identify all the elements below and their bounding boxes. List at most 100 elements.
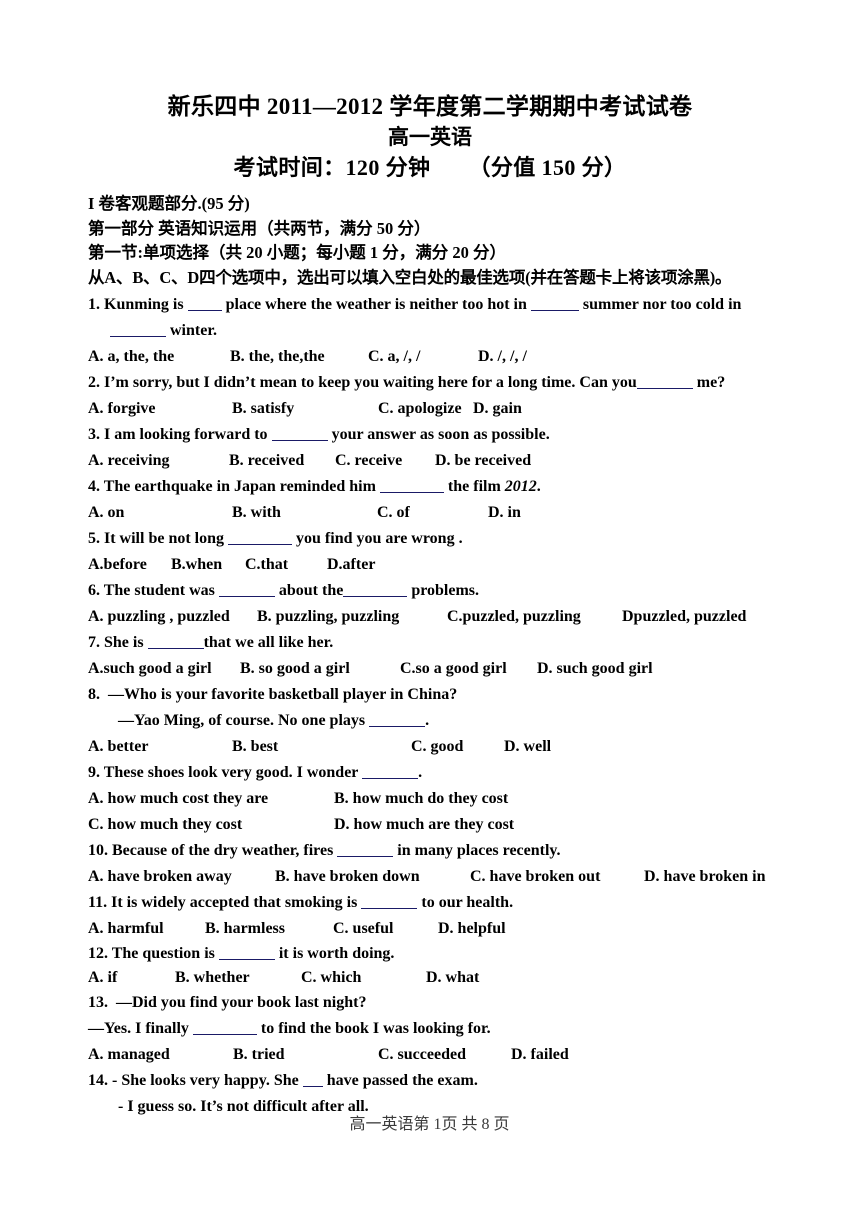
- option-a[interactable]: A. have broken away: [88, 864, 275, 890]
- question-text: I am looking forward to: [104, 426, 268, 443]
- answer-blank: [530, 297, 579, 311]
- answer-blank: [379, 479, 444, 493]
- question-text: The question is: [111, 945, 215, 962]
- question-text: It is widely accepted that smoking is: [111, 894, 358, 911]
- answer-blank: [271, 427, 328, 441]
- question-text: summer nor too cold in: [582, 296, 742, 313]
- option-row: A. a, the, the B. the, the,the C. a, /, / D…: [88, 344, 772, 370]
- option-c[interactable]: C. of: [377, 500, 488, 526]
- question-stem: 10. Because of the dry weather, fires in…: [88, 838, 772, 864]
- option-b[interactable]: B. best: [232, 734, 411, 760]
- option-a[interactable]: A. a, the, the: [88, 344, 230, 370]
- question-text: Because of the dry weather, fires: [112, 842, 334, 859]
- option-c[interactable]: C. which: [301, 966, 426, 990]
- question-number: 13.: [88, 994, 108, 1011]
- option-b[interactable]: B. harmless: [205, 916, 333, 942]
- question-number: 1.: [88, 296, 100, 313]
- option-a[interactable]: A. puzzling , puzzled: [88, 604, 257, 630]
- option-c[interactable]: C. receive: [335, 448, 435, 474]
- option-b[interactable]: B. how much do they cost: [334, 786, 508, 812]
- option-row: A.such good a girl B. so good a girl C.so …: [88, 656, 772, 682]
- question-text: - I guess so. It’s not difficult after a…: [118, 1098, 369, 1115]
- option-d[interactable]: D. helpful: [438, 916, 506, 942]
- option-d[interactable]: D. what: [426, 966, 479, 990]
- question-number: 2.: [88, 374, 100, 391]
- question-stem: 2. I’m sorry, but I didn’t mean to keep …: [88, 370, 772, 396]
- questions-block: 1. Kunming is place where the weather is…: [88, 292, 772, 1120]
- question-text: to find the book I was looking for.: [260, 1020, 491, 1037]
- exam-score-label: （分值 150 分）: [468, 155, 627, 180]
- option-c[interactable]: C. have broken out: [470, 864, 644, 890]
- option-b[interactable]: B.when: [171, 552, 245, 578]
- option-d[interactable]: D. gain: [473, 396, 522, 422]
- option-b[interactable]: B. with: [232, 500, 377, 526]
- option-b[interactable]: B. satisfy: [232, 396, 378, 422]
- exam-time-label: 考试时间：120 分钟: [233, 155, 431, 180]
- option-c[interactable]: C.that: [245, 552, 327, 578]
- option-b[interactable]: B. the, the,the: [230, 344, 368, 370]
- question-text: It will be not long: [104, 530, 225, 547]
- option-b[interactable]: B. tried: [233, 1042, 378, 1068]
- option-d[interactable]: D. failed: [511, 1042, 569, 1068]
- question-stem: 6. The student was about the problems.: [88, 578, 772, 604]
- instructions-block: I 卷客观题部分.(95 分) 第一部分 英语知识运用（共两节，满分 50 分）…: [88, 192, 772, 290]
- option-a[interactable]: A. better: [88, 734, 232, 760]
- option-a[interactable]: A. harmful: [88, 916, 205, 942]
- question-stem: 7. She is that we all like her.: [88, 630, 772, 656]
- option-a[interactable]: A.such good a girl: [88, 656, 240, 682]
- question-text: about the: [278, 582, 344, 599]
- option-d[interactable]: D. in: [488, 500, 521, 526]
- option-c[interactable]: C. succeeded: [378, 1042, 511, 1068]
- option-b[interactable]: B. whether: [175, 966, 301, 990]
- exam-meta-line: 考试时间：120 分钟 （分值 150 分）: [88, 153, 772, 183]
- question-stem: 8. —Who is your favorite basketball play…: [88, 682, 772, 708]
- option-d[interactable]: Dpuzzled, puzzled: [622, 604, 746, 630]
- option-c[interactable]: C.so a good girl: [400, 656, 537, 682]
- option-row: A. managed B. tried C. succeeded D. failed: [88, 1042, 772, 1068]
- option-a[interactable]: A. receiving: [88, 448, 229, 474]
- option-d[interactable]: D. /, /, /: [478, 344, 527, 370]
- option-row: A. have broken away B. have broken down C.…: [88, 864, 772, 890]
- option-d[interactable]: D. such good girl: [537, 656, 653, 682]
- option-d[interactable]: D. well: [504, 734, 551, 760]
- option-c[interactable]: C.puzzled, puzzling: [447, 604, 622, 630]
- option-c[interactable]: C. good: [411, 734, 504, 760]
- option-b[interactable]: B. received: [229, 448, 335, 474]
- option-a[interactable]: A.before: [88, 552, 171, 578]
- answer-blank: [187, 297, 222, 311]
- option-c[interactable]: C. how much they cost: [88, 812, 334, 838]
- question-text: you find you are wrong .: [296, 530, 463, 547]
- question-stem: 3. I am looking forward to your answer a…: [88, 422, 772, 448]
- option-row: A. puzzling , puzzled B. puzzling, puzzli…: [88, 604, 772, 630]
- question-stem: 12. The question is it is worth doing.: [88, 942, 772, 966]
- answer-blank: [362, 765, 419, 779]
- answer-blank: [147, 635, 204, 649]
- question-text: me?: [696, 374, 726, 391]
- instruction-line-2: 第一部分 英语知识运用（共两节，满分 50 分）: [88, 218, 431, 238]
- option-b[interactable]: B. have broken down: [275, 864, 470, 890]
- page-content: 新乐四中 2011—2012 学年度第二学期期中考试试卷 高一英语 考试时间：1…: [88, 0, 772, 1120]
- option-c[interactable]: C. apologize: [378, 396, 473, 422]
- question-stem-cont: —Yes. I finally to find the book I was l…: [88, 1016, 772, 1042]
- option-c[interactable]: C. a, /, /: [368, 344, 478, 370]
- option-a[interactable]: A. on: [88, 500, 232, 526]
- question-number: 9.: [88, 764, 100, 781]
- option-row: C. how much they cost D. how much are the…: [88, 812, 772, 838]
- question-text: .: [536, 478, 541, 495]
- question-text: The student was: [103, 582, 215, 599]
- instruction-line-3: 第一节:单项选择（共 20 小题；每小题 1 分，满分 20 分）: [88, 243, 506, 262]
- option-b[interactable]: B. puzzling, puzzling: [257, 604, 447, 630]
- option-a[interactable]: A. how much cost they are: [88, 786, 334, 812]
- question-number: 6.: [88, 582, 100, 599]
- option-d[interactable]: D. be received: [435, 448, 531, 474]
- option-b[interactable]: B. so good a girl: [240, 656, 400, 682]
- option-d[interactable]: D. have broken in: [644, 864, 766, 890]
- option-d[interactable]: D. how much are they cost: [334, 812, 514, 838]
- option-a[interactable]: A. if: [88, 966, 175, 990]
- option-d[interactable]: D.after: [327, 552, 375, 578]
- option-a[interactable]: A. managed: [88, 1042, 233, 1068]
- answer-blank: [369, 713, 426, 727]
- question-stem: 5. It will be not long you find you are …: [88, 526, 772, 552]
- option-a[interactable]: A. forgive: [88, 396, 232, 422]
- option-c[interactable]: C. useful: [333, 916, 438, 942]
